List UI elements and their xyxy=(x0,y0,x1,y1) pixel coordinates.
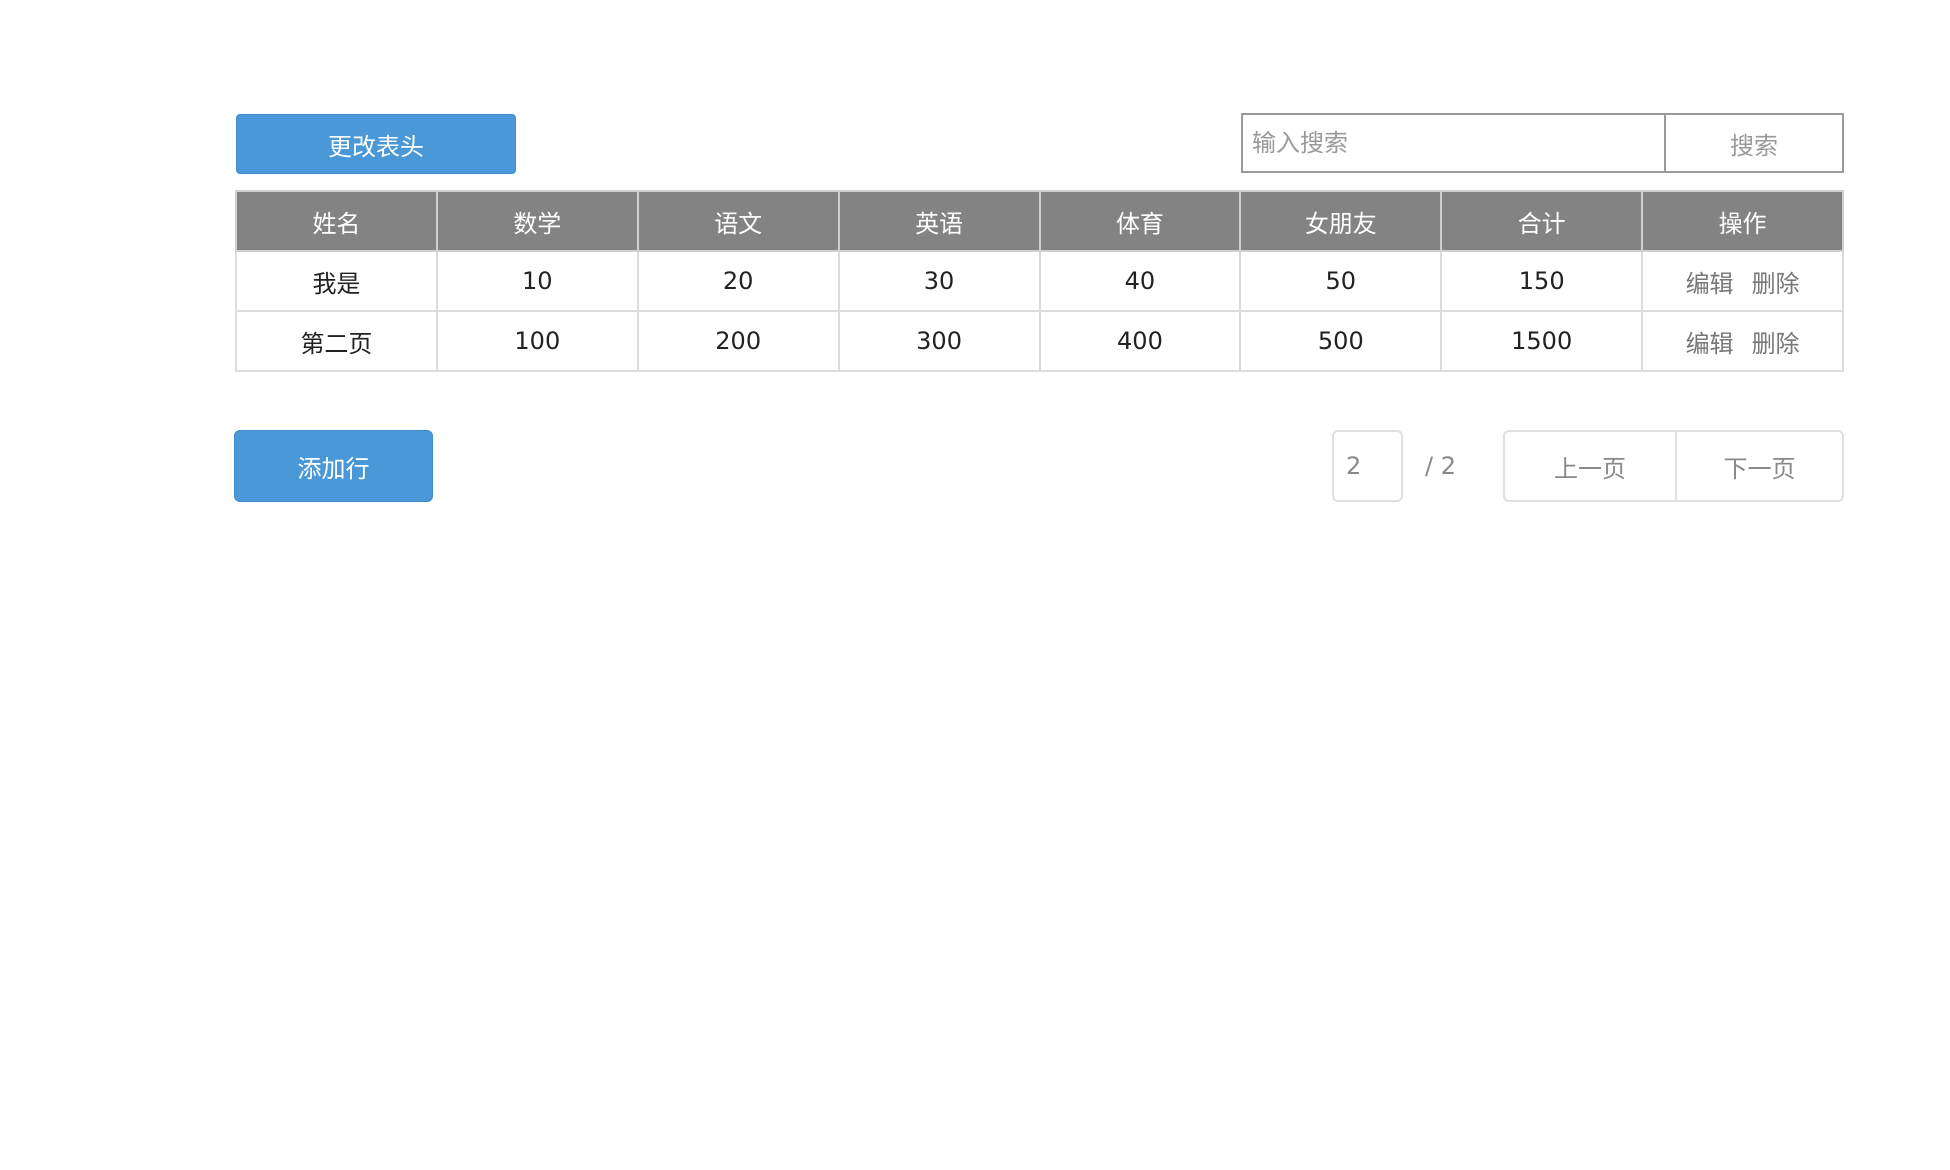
table-row: 第二页 100 200 300 400 500 1500 编辑 删除 xyxy=(235,310,1844,372)
cell-english: 30 xyxy=(837,250,1041,312)
prev-page-button[interactable]: 上一页 xyxy=(1505,432,1677,500)
header-total: 合计 xyxy=(1440,190,1644,252)
header-actions: 操作 xyxy=(1641,190,1844,252)
cell-name: 第二页 xyxy=(235,310,438,372)
header-girlfriend: 女朋友 xyxy=(1239,190,1443,252)
cell-math: 10 xyxy=(435,250,639,312)
cell-math: 100 xyxy=(435,310,639,372)
cell-total: 150 xyxy=(1440,250,1644,312)
header-english: 英语 xyxy=(837,190,1041,252)
search-button[interactable]: 搜索 xyxy=(1664,115,1842,171)
cell-girlfriend: 500 xyxy=(1239,310,1443,372)
next-page-button[interactable]: 下一页 xyxy=(1677,432,1842,500)
delete-link[interactable]: 删除 xyxy=(1752,270,1800,298)
add-row-button[interactable]: 添加行 xyxy=(234,430,433,502)
cell-chinese: 200 xyxy=(636,310,840,372)
edit-link[interactable]: 编辑 xyxy=(1686,270,1734,298)
page-number-input[interactable]: 2 xyxy=(1332,430,1403,502)
edit-link[interactable]: 编辑 xyxy=(1686,330,1734,358)
score-table: 姓名 数学 语文 英语 体育 女朋友 合计 操作 我是 10 20 30 40 … xyxy=(235,190,1844,372)
change-header-button[interactable]: 更改表头 xyxy=(236,114,516,174)
cell-actions: 编辑 删除 xyxy=(1641,310,1844,372)
cell-english: 300 xyxy=(837,310,1041,372)
total-pages-label: / 2 xyxy=(1425,452,1456,480)
table-row: 我是 10 20 30 40 50 150 编辑 删除 xyxy=(235,250,1844,312)
header-name: 姓名 xyxy=(235,190,438,252)
cell-pe: 40 xyxy=(1038,250,1242,312)
header-pe: 体育 xyxy=(1038,190,1242,252)
cell-name: 我是 xyxy=(235,250,438,312)
table-header-row: 姓名 数学 语文 英语 体育 女朋友 合计 操作 xyxy=(235,190,1844,252)
search-bar: 搜索 xyxy=(1241,113,1844,173)
cell-total: 1500 xyxy=(1440,310,1644,372)
pagination-buttons: 上一页 下一页 xyxy=(1503,430,1844,502)
cell-chinese: 20 xyxy=(636,250,840,312)
cell-actions: 编辑 删除 xyxy=(1641,250,1844,312)
search-input[interactable] xyxy=(1243,115,1664,171)
header-chinese: 语文 xyxy=(636,190,840,252)
cell-pe: 400 xyxy=(1038,310,1242,372)
delete-link[interactable]: 删除 xyxy=(1752,330,1800,358)
header-math: 数学 xyxy=(435,190,639,252)
cell-girlfriend: 50 xyxy=(1239,250,1443,312)
